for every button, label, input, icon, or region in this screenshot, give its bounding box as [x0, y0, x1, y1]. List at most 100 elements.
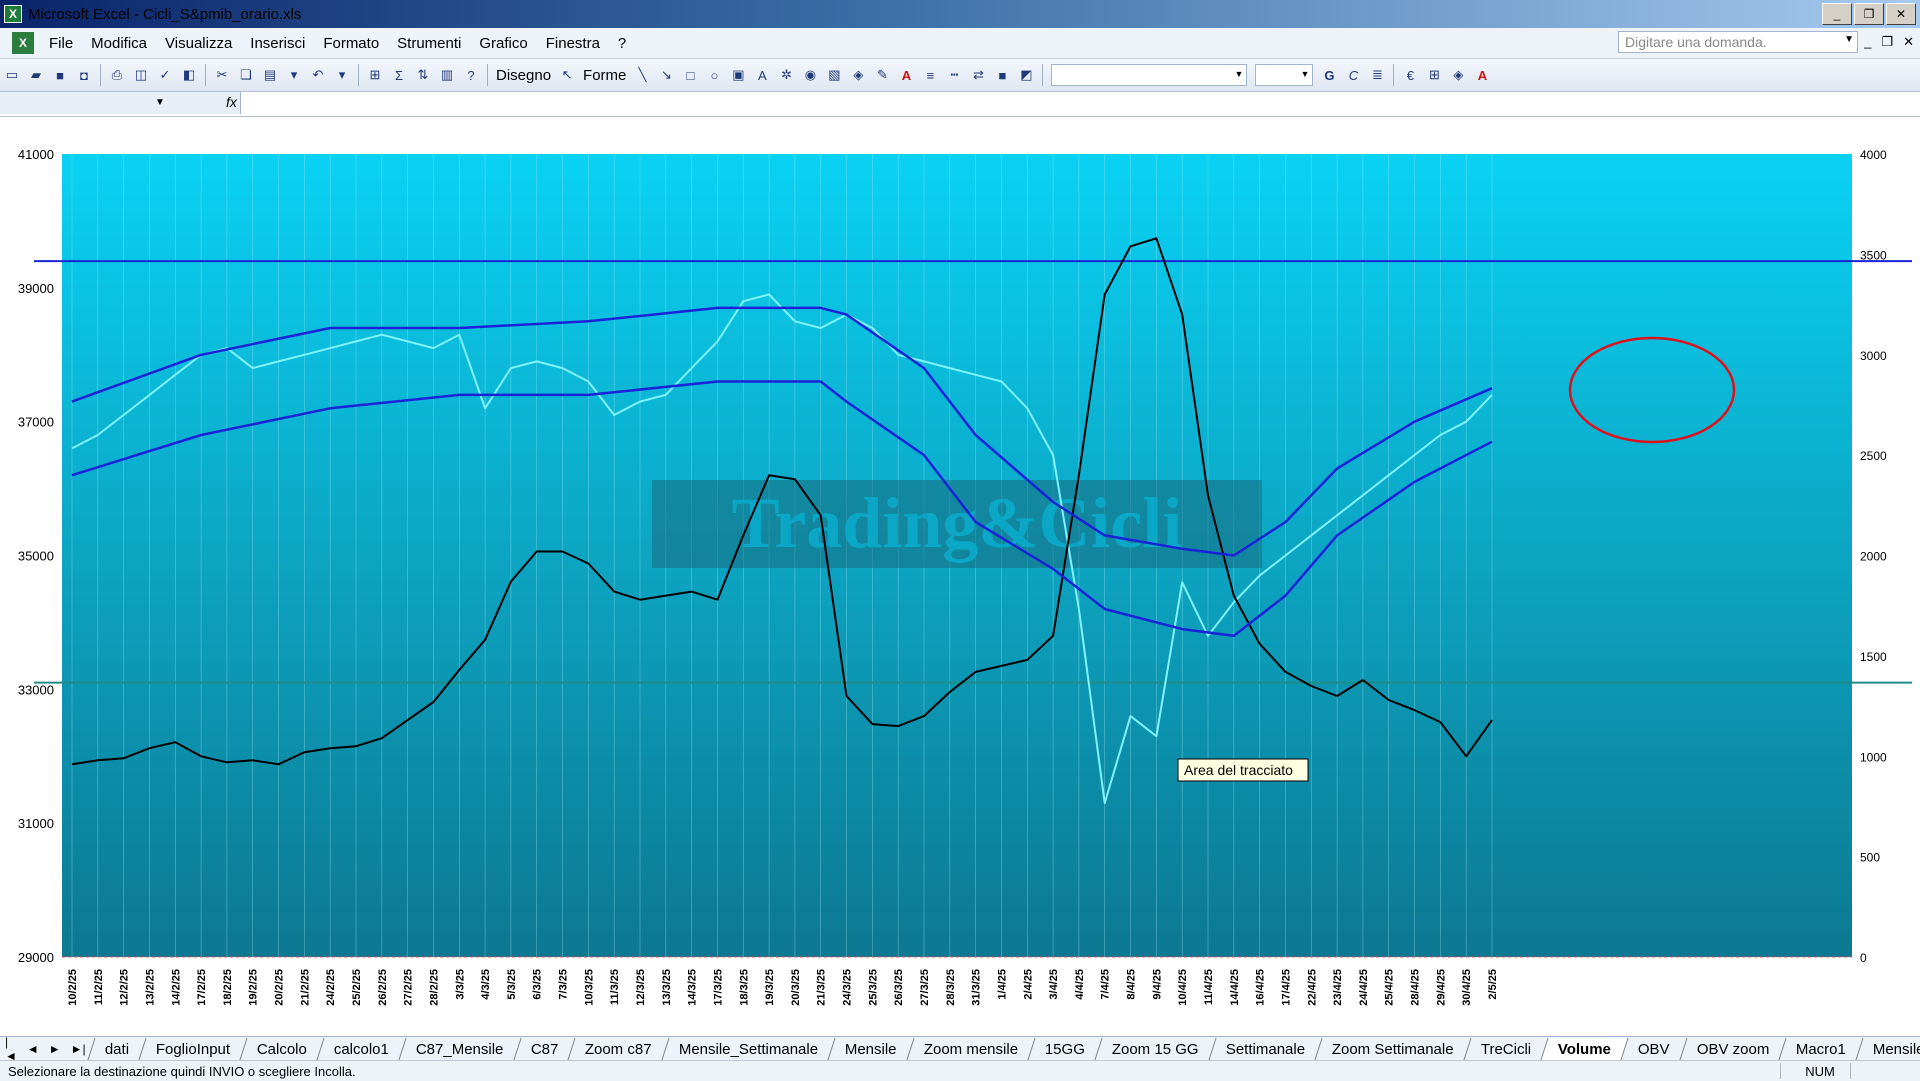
sheet-tab[interactable]: FoglioInput: [138, 1038, 247, 1060]
menu-file[interactable]: File: [40, 35, 82, 52]
minimize-button[interactable]: _: [1822, 3, 1852, 25]
menu-modifica[interactable]: Modifica: [82, 35, 156, 52]
research-icon[interactable]: ◧: [179, 65, 199, 85]
sheet-tab[interactable]: Zoom 15 GG: [1094, 1038, 1216, 1060]
menu-visualizza[interactable]: Visualizza: [156, 35, 241, 52]
fill-color-icon[interactable]: ◈: [848, 65, 868, 85]
select-objects-icon[interactable]: ↖: [557, 65, 577, 85]
dash-style-icon[interactable]: ┅: [944, 65, 964, 85]
redo-icon[interactable]: ▾: [332, 65, 352, 85]
print-preview-icon[interactable]: ◫: [131, 65, 151, 85]
clipart-icon[interactable]: ◉: [800, 65, 820, 85]
line-color-icon[interactable]: ✎: [872, 65, 892, 85]
3d-icon[interactable]: ◩: [1016, 65, 1036, 85]
spelling-icon[interactable]: ✓: [155, 65, 175, 85]
tab-last-icon[interactable]: ►|: [66, 1042, 91, 1056]
align-icon[interactable]: ≣: [1367, 65, 1387, 85]
print-icon[interactable]: ⎙: [107, 65, 127, 85]
workbook-icon[interactable]: X: [12, 32, 34, 54]
menu-strumenti[interactable]: Strumenti: [388, 35, 470, 52]
diagram-icon[interactable]: ✲: [776, 65, 796, 85]
line-icon[interactable]: ╲: [632, 65, 652, 85]
excel-icon[interactable]: X: [4, 5, 22, 23]
close-button[interactable]: ✕: [1886, 3, 1916, 25]
sum-icon[interactable]: Σ: [389, 65, 409, 85]
chart-svg[interactable]: 41000 39000 37000 35000 33000 31000 29000 4000 3…: [0, 117, 1920, 1036]
tab-prev-icon[interactable]: ◄: [22, 1042, 44, 1056]
function-icon[interactable]: fx: [226, 94, 237, 110]
tab-first-icon[interactable]: |◄: [0, 1037, 22, 1061]
oval-icon[interactable]: ○: [704, 65, 724, 85]
maximize-button[interactable]: ❐: [1854, 3, 1884, 25]
ask-dropdown-icon[interactable]: ▼: [1844, 34, 1854, 45]
shadow-icon[interactable]: ■: [992, 65, 1012, 85]
menu-inserisci[interactable]: Inserisci: [241, 35, 314, 52]
menu-help[interactable]: ?: [609, 35, 635, 52]
sheet-tab[interactable]: C87_Mensile: [398, 1038, 521, 1060]
sheet-tab[interactable]: Zoom Settimanale: [1314, 1038, 1471, 1060]
line-style-icon[interactable]: ≡: [920, 65, 940, 85]
x-tick-label: 8/4/25: [1126, 969, 1138, 1000]
italic-icon[interactable]: C: [1343, 65, 1363, 85]
font-color-icon[interactable]: A: [896, 65, 916, 85]
format-painter-icon[interactable]: ▾: [284, 65, 304, 85]
sheet-tab[interactable]: Mensile: [827, 1038, 914, 1060]
x-tick-label: 12/3/25: [635, 969, 647, 1006]
chart-area[interactable]: 41000 39000 37000 35000 33000 31000 29000 4000 3…: [0, 117, 1920, 1036]
new-file-icon[interactable]: ▭: [2, 65, 22, 85]
chart-wizard-icon[interactable]: ▥: [437, 65, 457, 85]
undo-icon[interactable]: ↶: [308, 65, 328, 85]
open-folder-icon[interactable]: ▰: [26, 65, 46, 85]
save-icon[interactable]: ■: [50, 65, 70, 85]
help-icon[interactable]: ?: [461, 65, 481, 85]
sheet-tab[interactable]: Mensile (2): [1855, 1038, 1920, 1060]
sheet-tab[interactable]: 15GG: [1027, 1038, 1102, 1060]
doc-restore-icon[interactable]: ❐: [1881, 34, 1893, 50]
menu-finestra[interactable]: Finestra: [537, 35, 609, 52]
cut-icon[interactable]: ✂: [212, 65, 232, 85]
arrow-style-icon[interactable]: ⇄: [968, 65, 988, 85]
menu-formato[interactable]: Formato: [314, 35, 388, 52]
sheet-tab[interactable]: Volume: [1540, 1038, 1628, 1060]
sheet-tab[interactable]: OBV zoom: [1679, 1038, 1786, 1060]
sheet-tab[interactable]: Macro1: [1778, 1038, 1863, 1060]
ask-question-input[interactable]: Digitare una domanda.: [1618, 31, 1858, 53]
x-tick-label: 25/3/25: [867, 969, 879, 1006]
borders-icon[interactable]: ⊞: [1424, 65, 1444, 85]
tab-next-icon[interactable]: ►: [44, 1042, 66, 1056]
wordart-icon[interactable]: A: [752, 65, 772, 85]
draw-menu[interactable]: Disegno: [496, 67, 551, 84]
font-name-select[interactable]: [1051, 64, 1248, 86]
sheet-tab[interactable]: Mensile_Settimanale: [661, 1038, 835, 1060]
textbox-icon[interactable]: ▣: [728, 65, 748, 85]
sheet-tab[interactable]: dati: [87, 1038, 146, 1060]
separator: [205, 64, 206, 86]
sheet-tab[interactable]: TreCicli: [1463, 1038, 1548, 1060]
name-box[interactable]: ▼ fx: [0, 92, 241, 114]
currency-icon[interactable]: €: [1400, 65, 1420, 85]
sheet-tab[interactable]: Zoom mensile: [906, 1038, 1035, 1060]
menu-grafico[interactable]: Grafico: [470, 35, 536, 52]
sheet-tab[interactable]: C87: [513, 1038, 575, 1060]
permission-icon[interactable]: ◘: [74, 65, 94, 85]
sort-icon[interactable]: ⇅: [413, 65, 433, 85]
sheet-tab[interactable]: OBV: [1620, 1038, 1687, 1060]
sheet-tab[interactable]: Settimanale: [1208, 1038, 1322, 1060]
sheet-tab[interactable]: Calcolo: [239, 1038, 324, 1060]
name-box-dropdown-icon[interactable]: ▼: [155, 97, 165, 108]
rectangle-icon[interactable]: □: [680, 65, 700, 85]
text-color-icon[interactable]: A: [1472, 65, 1492, 85]
doc-close-icon[interactable]: ✕: [1903, 34, 1914, 50]
doc-minimize-icon[interactable]: _: [1864, 34, 1871, 50]
hyperlink-icon[interactable]: ⊞: [365, 65, 385, 85]
fill-icon[interactable]: ◈: [1448, 65, 1468, 85]
sheet-tab[interactable]: Zoom c87: [567, 1038, 669, 1060]
arrow-icon[interactable]: ↘: [656, 65, 676, 85]
sheet-tab[interactable]: calcolo1: [316, 1038, 406, 1060]
picture-icon[interactable]: ▧: [824, 65, 844, 85]
paste-icon[interactable]: ▤: [260, 65, 280, 85]
shapes-menu[interactable]: Forme: [583, 67, 626, 84]
bold-icon[interactable]: G: [1319, 65, 1339, 85]
copy-icon[interactable]: ❏: [236, 65, 256, 85]
font-size-select[interactable]: [1255, 64, 1314, 86]
